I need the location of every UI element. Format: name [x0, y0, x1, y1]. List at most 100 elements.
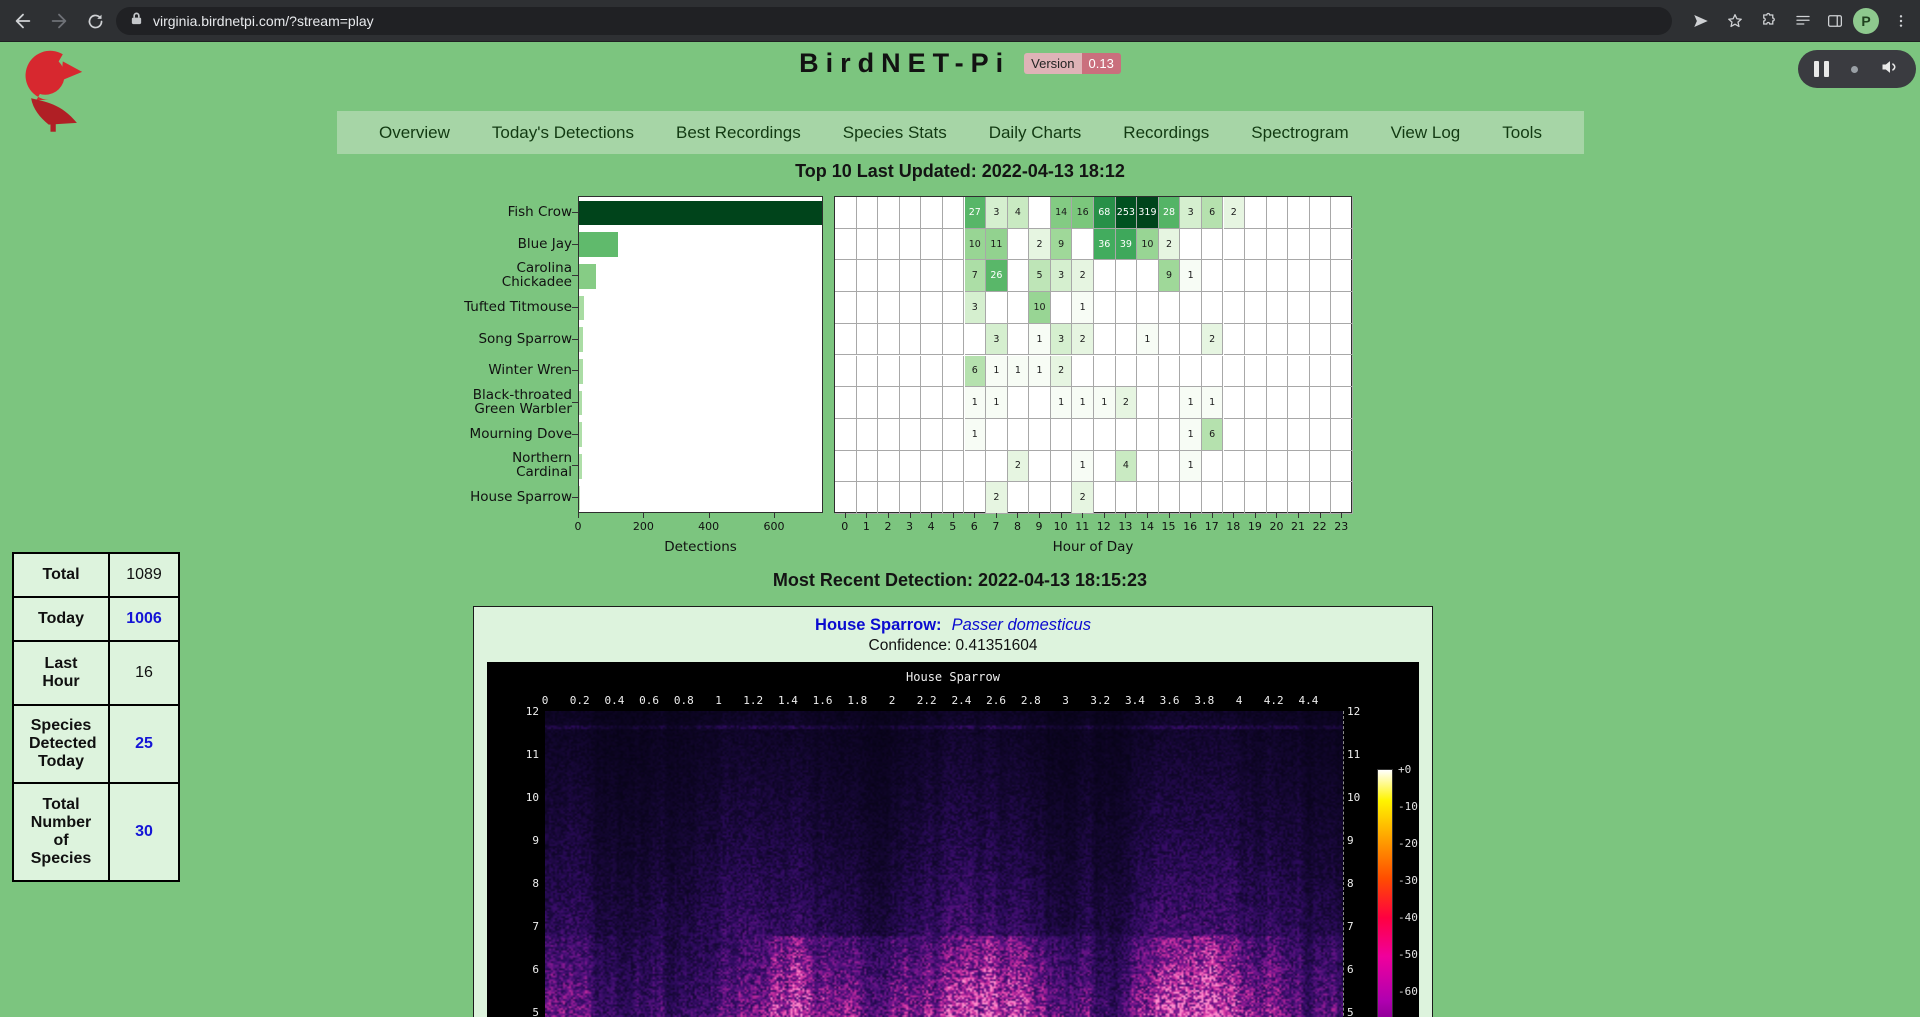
time-axis-tick: 3.6: [1153, 694, 1187, 707]
heatmap-cell: [1159, 324, 1181, 356]
heatmap-cell: [921, 292, 943, 324]
heatmap-cell: [1029, 419, 1051, 451]
species-axis-tick: [572, 402, 578, 403]
time-axis-tick: 2.4: [944, 694, 978, 707]
send-icon[interactable]: [1688, 8, 1714, 34]
time-axis-tick: 1.8: [840, 694, 874, 707]
heatmap-cell: 6: [1202, 197, 1224, 229]
lock-icon: [130, 11, 143, 31]
heatmap-cell: [1310, 260, 1332, 292]
heatmap-cell: [1094, 482, 1116, 514]
heatmap-cell: 1: [1180, 419, 1202, 451]
time-axis-tick: 1.2: [736, 694, 770, 707]
heatmap-cell: [1267, 260, 1289, 292]
heatmap-cell: [1180, 482, 1202, 514]
heatmap-cell: [1267, 324, 1289, 356]
hour-axis-tick: [974, 513, 975, 518]
heatmap-cell: [1288, 229, 1310, 261]
heatmap-cell: [857, 324, 879, 356]
heatmap-cell: [878, 356, 900, 388]
freq-axis-tick: 10: [1347, 791, 1371, 804]
heatmap-cell: [965, 451, 987, 483]
heatmap-cell: [1267, 419, 1289, 451]
address-bar[interactable]: virginia.birdnetpi.com/?stream=play: [116, 7, 1672, 35]
heatmap-cell: [986, 292, 1008, 324]
heatmap-cell: 4: [1116, 451, 1138, 483]
species-axis-tick: [572, 434, 578, 435]
stat-value[interactable]: 1006: [109, 597, 179, 641]
hour-axis-tick: [1212, 513, 1213, 518]
heatmap-cell: [857, 419, 879, 451]
menu-dots-icon[interactable]: [1888, 8, 1914, 34]
heatmap-cell: 2: [1051, 356, 1073, 388]
heatmap-cell: [943, 451, 965, 483]
heatmap-cell: 7: [965, 260, 987, 292]
heatmap-cell: [1072, 229, 1094, 261]
heatmap-cell: [835, 197, 857, 229]
reload-button[interactable]: [82, 8, 108, 34]
bar-axis-tick: [709, 513, 710, 518]
time-axis-tick: 2: [875, 694, 909, 707]
heatmap-cell: [1245, 260, 1267, 292]
species-label: Winter Wren: [312, 355, 572, 387]
heatmap-cell: [1310, 229, 1332, 261]
back-button[interactable]: [10, 8, 36, 34]
heatmap-cell: [878, 451, 900, 483]
species-axis-tick: [572, 370, 578, 371]
heatmap-cell: [1288, 292, 1310, 324]
hour-axis-tick: [1233, 513, 1234, 518]
heatmap-cell: 3: [986, 324, 1008, 356]
freq-axis-tick: 9: [515, 834, 539, 847]
heatmap-cell: 3: [1180, 197, 1202, 229]
heatmap-cell: [1310, 324, 1332, 356]
profile-avatar[interactable]: P: [1853, 8, 1879, 34]
heatmap-cell: [1116, 292, 1138, 324]
reading-list-icon[interactable]: [1790, 8, 1816, 34]
colorbar-tick: -60: [1398, 985, 1426, 998]
heatmap-cell: [1094, 419, 1116, 451]
heatmap-cell: [1288, 387, 1310, 419]
heatmap-cell: [1245, 387, 1267, 419]
spectrogram-right-axis: [1343, 711, 1344, 1017]
heatmap-cell: [1116, 260, 1138, 292]
heatmap-cell: 9: [1159, 260, 1181, 292]
forward-button[interactable]: [46, 8, 72, 34]
stat-value[interactable]: 25: [109, 705, 179, 783]
freq-axis-tick: 8: [1347, 877, 1371, 890]
heatmap-cell: [1137, 482, 1159, 514]
time-axis-tick: 3: [1049, 694, 1083, 707]
heatmap-cell: [878, 229, 900, 261]
species-axis-tick: [572, 212, 578, 213]
species-label: Mourning Dove: [312, 418, 572, 450]
detection-bar: [579, 454, 582, 479]
heatmap-cell: [921, 419, 943, 451]
heatmap-cell: [1310, 356, 1332, 388]
side-panel-icon[interactable]: [1822, 8, 1848, 34]
heatmap-cell: [1137, 292, 1159, 324]
freq-axis-tick: 5: [515, 1006, 539, 1017]
heatmap-cell: 1: [965, 419, 987, 451]
page: BirdNET-Pi Version 0.13 OverviewToday's …: [0, 42, 1920, 1017]
species-axis-tick: [572, 465, 578, 466]
stat-value[interactable]: 30: [109, 783, 179, 881]
freq-axis-tick: 9: [1347, 834, 1371, 847]
hour-axis-tick: [1320, 513, 1321, 518]
heatmap-cell: [835, 260, 857, 292]
heatmap-cell: [1159, 356, 1181, 388]
heatmap-cell: [1116, 324, 1138, 356]
heatmap-cell: 2: [986, 482, 1008, 514]
extensions-icon[interactable]: [1756, 8, 1782, 34]
heatmap-cell: [1310, 419, 1332, 451]
heatmap-cell: [1094, 324, 1116, 356]
detection-species-link[interactable]: House Sparrow:: [815, 616, 942, 634]
heatmap-cell: [878, 260, 900, 292]
heatmap-cell: [1245, 451, 1267, 483]
detection-scientific-link[interactable]: Passer domesticus: [952, 616, 1091, 634]
heatmap-cell: [921, 482, 943, 514]
bookmark-star-icon[interactable]: [1722, 8, 1748, 34]
stat-label: Today: [13, 597, 109, 641]
time-axis-tick: 3.8: [1187, 694, 1221, 707]
time-axis-tick: 4: [1222, 694, 1256, 707]
species-axis-tick: [572, 307, 578, 308]
detection-bar: [579, 486, 580, 511]
